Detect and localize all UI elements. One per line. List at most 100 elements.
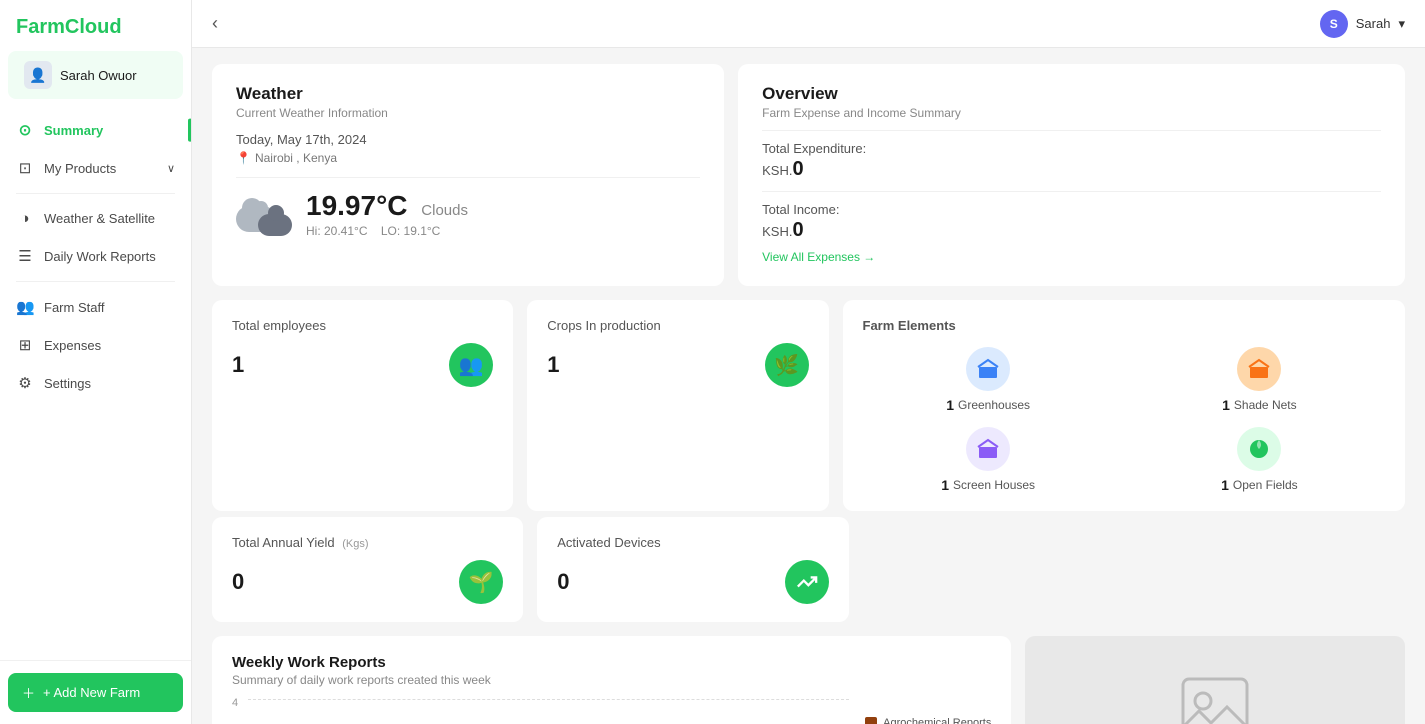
expenditure-amount: KSH.0: [762, 158, 1381, 181]
divider: [16, 281, 175, 282]
stats-row-2: Total Annual Yield (Kgs) 0 🌱 Activated D…: [212, 517, 1405, 622]
location-pin-icon: 📍: [236, 151, 251, 165]
farm-element-greenhouses: 1 Greenhouses: [863, 347, 1114, 413]
add-new-farm-button[interactable]: ＋ + Add New Farm: [8, 673, 183, 712]
stat-total-employees: Total employees 1 👥: [212, 300, 513, 511]
stat-crops-in-production: Crops In production 1 🌿: [527, 300, 828, 511]
user-avatar: S: [1320, 10, 1348, 38]
image-placeholder-icon: [1175, 671, 1255, 724]
sidebar-item-weather-satellite[interactable]: ◑ Weather & Satellite: [0, 200, 191, 237]
stat-label: Total employees: [232, 318, 493, 333]
sidebar-item-label: My Products: [44, 161, 116, 176]
sidebar-user-name: Sarah Owuor: [60, 68, 137, 83]
sidebar-item-farm-staff[interactable]: 👥 Farm Staff: [0, 288, 191, 326]
sidebar-item-label: Farm Staff: [44, 300, 104, 315]
chart-legend: Agrochemical Reports Fertilizer Reports: [865, 697, 991, 724]
page-content: Weather Current Weather Information Toda…: [192, 48, 1425, 724]
weather-divider: [236, 177, 700, 178]
add-farm-label: + Add New Farm: [43, 685, 140, 700]
divider: [16, 193, 175, 194]
overview-subtitle: Farm Expense and Income Summary: [762, 106, 1381, 120]
spacer: [863, 517, 1406, 622]
weekly-reports-subtitle: Summary of daily work reports created th…: [232, 673, 991, 687]
topbar-user[interactable]: S Sarah ▾: [1320, 10, 1405, 38]
weather-cloud-icon: [236, 192, 292, 236]
chart-legend-row: 4 Agrochemical Reports Fert: [232, 697, 991, 724]
chart-y-label: 4: [232, 697, 238, 709]
summary-icon: ⊙: [16, 121, 34, 139]
top-row: Weather Current Weather Information Toda…: [212, 64, 1405, 286]
legend-dot-agrochemical: [865, 717, 877, 724]
topbar: ‹ S Sarah ▾: [192, 0, 1425, 48]
logo-prefix: Farm: [16, 16, 65, 38]
topbar-chevron: ▾: [1398, 16, 1405, 32]
farm-elements-title: Farm Elements: [863, 318, 1386, 333]
sidebar-item-expenses[interactable]: ⊞ Expenses: [0, 326, 191, 364]
weather-subtitle: Current Weather Information: [236, 106, 700, 120]
sidebar-item-label: Weather & Satellite: [44, 211, 155, 226]
user-icon: 👤: [24, 61, 52, 89]
sidebar-bottom: ＋ + Add New Farm: [0, 660, 191, 724]
devices-icon-circle: [785, 560, 829, 604]
sidebar-item-label: Summary: [44, 123, 103, 138]
stat-value: 0: [232, 569, 244, 595]
stat-value-row: 1 🌿: [547, 343, 808, 387]
chart-area: 4: [232, 697, 849, 724]
stat-activated-devices: Activated Devices 0: [537, 517, 848, 622]
weather-temperature: 19.97°C Clouds: [306, 190, 468, 222]
weather-date: Today, May 17th, 2024: [236, 132, 700, 147]
sidebar-user[interactable]: 👤 Sarah Owuor: [8, 51, 183, 99]
open-fields-icon: [1237, 427, 1281, 471]
shade-nets-icon: [1237, 347, 1281, 391]
stat-label: Activated Devices: [557, 535, 828, 550]
sidebar-item-summary[interactable]: ⊙ Summary: [0, 111, 191, 149]
weather-title: Weather: [236, 84, 700, 104]
weather-satellite-icon: ◑: [16, 210, 34, 227]
stat-value-row: 0 🌱: [232, 560, 503, 604]
sidebar: FarmCloud 👤 Sarah Owuor ⊙ Summary ⊡ My P…: [0, 0, 192, 724]
expenditure-row: Total Expenditure: KSH.0: [762, 141, 1381, 181]
sidebar-item-label: Settings: [44, 376, 91, 391]
sidebar-item-my-products[interactable]: ⊡ My Products ∨: [0, 149, 191, 187]
map-placeholder: [1025, 636, 1405, 724]
weather-description: Clouds: [421, 202, 468, 219]
farm-elements-grid: 1 Greenhouses 1 Shade Nets: [863, 347, 1386, 493]
view-all-expenses-link[interactable]: View All Expenses →: [762, 250, 875, 264]
weather-temp-block: 19.97°C Clouds Hi: 20.41°C LO: 19.1°C: [306, 190, 468, 238]
income-row: Total Income: KSH.0: [762, 202, 1381, 242]
main-content: ‹ S Sarah ▾ Weather Current Weather Info…: [192, 0, 1425, 724]
overview-title: Overview: [762, 84, 1381, 104]
chart-dashed-line: [248, 699, 849, 700]
map-placeholder-inner: [1175, 671, 1255, 724]
bottom-row: Weekly Work Reports Summary of daily wor…: [212, 636, 1405, 724]
my-products-icon: ⊡: [16, 159, 34, 177]
income-label: Total Income:: [762, 202, 1381, 217]
crops-icon-circle: 🌿: [765, 343, 809, 387]
income-amount: KSH.0: [762, 219, 1381, 242]
logo-suffix: Cloud: [65, 16, 122, 38]
farm-element-screen-houses: 1 Screen Houses: [863, 427, 1114, 493]
stat-value: 1: [547, 352, 559, 378]
weekly-reports-card: Weekly Work Reports Summary of daily wor…: [212, 636, 1011, 724]
weekly-reports-title: Weekly Work Reports: [232, 654, 991, 671]
plus-icon: ＋: [22, 683, 35, 702]
sidebar-item-settings[interactable]: ⚙ Settings: [0, 364, 191, 402]
farm-staff-icon: 👥: [16, 298, 34, 316]
stat-label: Total Annual Yield (Kgs): [232, 535, 503, 550]
stat-value-row: 1 👥: [232, 343, 493, 387]
stat-label: Crops In production: [547, 318, 808, 333]
topbar-user-name: Sarah: [1356, 16, 1391, 31]
weather-card: Weather Current Weather Information Toda…: [212, 64, 724, 286]
collapse-button[interactable]: ‹: [212, 13, 218, 34]
logo: FarmCloud: [0, 0, 191, 47]
sidebar-item-daily-work-reports[interactable]: ☰ Daily Work Reports: [0, 237, 191, 275]
expenditure-label: Total Expenditure:: [762, 141, 1381, 156]
sidebar-item-label: Daily Work Reports: [44, 249, 156, 264]
farm-element-open-fields: 1 Open Fields: [1134, 427, 1385, 493]
weather-hilo: Hi: 20.41°C LO: 19.1°C: [306, 224, 468, 238]
daily-work-reports-icon: ☰: [16, 247, 34, 265]
legend-agrochemical: Agrochemical Reports: [865, 717, 991, 724]
sidebar-item-label: Expenses: [44, 338, 101, 353]
farm-elements-card: Farm Elements 1 Greenhouses: [843, 300, 1406, 511]
overview-card: Overview Farm Expense and Income Summary…: [738, 64, 1405, 286]
